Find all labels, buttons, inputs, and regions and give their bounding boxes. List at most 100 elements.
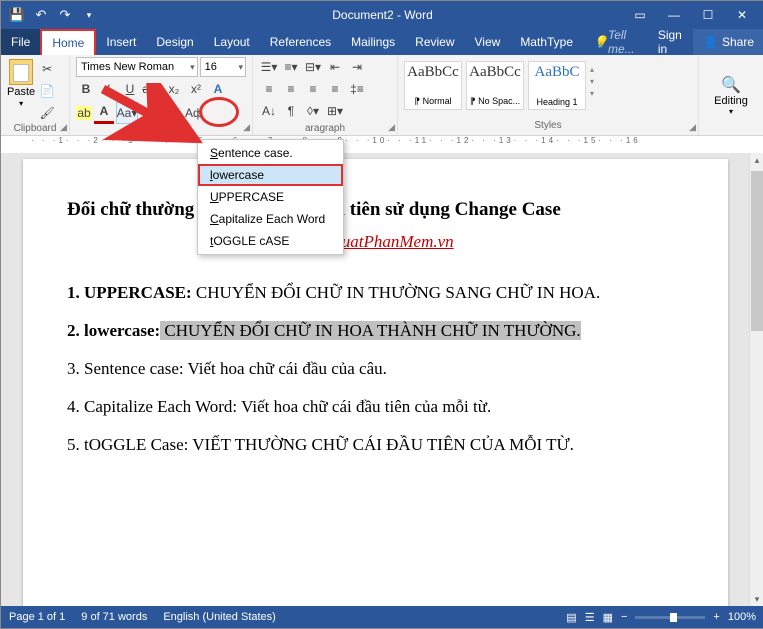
page[interactable]: Đổi chữ thường thành chữ cái đầu tiên sử… bbox=[23, 159, 728, 606]
view-read-icon[interactable]: ▤ bbox=[566, 611, 576, 624]
qat-more-icon[interactable]: ▾ bbox=[81, 7, 97, 23]
menu-uppercase[interactable]: UPPERCASE bbox=[198, 186, 343, 208]
tab-design[interactable]: Design bbox=[146, 29, 203, 55]
show-marks-button[interactable]: ¶ bbox=[281, 101, 301, 121]
style-normal[interactable]: AaBbCc⁋ Normal bbox=[404, 61, 462, 110]
tab-mathtype[interactable]: MathType bbox=[510, 29, 583, 55]
doc-link: ThuThuatPhanMem.vn bbox=[67, 230, 684, 254]
numbering-button[interactable]: ≡▾ bbox=[281, 57, 301, 77]
dialog-launcher-icon[interactable]: ◢ bbox=[388, 122, 395, 133]
line-spacing-button[interactable]: ‡≡ bbox=[347, 79, 367, 99]
tell-me[interactable]: 💡 Tell me... bbox=[583, 29, 650, 55]
tab-review[interactable]: Review bbox=[405, 29, 464, 55]
paste-button[interactable]: Paste ▾ bbox=[7, 59, 35, 123]
styles-more-button[interactable]: ▴▾▾ bbox=[590, 61, 594, 98]
doc-p3: 3. Sentence case: Viết hoa chữ cái đầu c… bbox=[67, 357, 684, 381]
scroll-up-icon[interactable]: ▴ bbox=[750, 153, 763, 167]
shrink-font-button[interactable]: A↓ bbox=[162, 103, 182, 123]
italic-button[interactable]: I bbox=[98, 79, 118, 99]
paste-icon bbox=[9, 59, 33, 85]
sign-in[interactable]: Sign in bbox=[650, 29, 693, 55]
bold-button[interactable]: B bbox=[76, 79, 96, 99]
view-print-icon[interactable]: ☰ bbox=[585, 611, 595, 624]
subscript-button[interactable]: x₂ bbox=[164, 79, 184, 99]
quick-access-toolbar: 💾 ↶ ↷ ▾ bbox=[1, 7, 97, 23]
sort-button[interactable]: A↓ bbox=[259, 101, 279, 121]
group-label: Font bbox=[76, 126, 246, 139]
superscript-button[interactable]: x² bbox=[186, 79, 206, 99]
status-bar: Page 1 of 1 9 of 71 words English (Unite… bbox=[1, 606, 763, 628]
strikethrough-button[interactable]: abc bbox=[142, 79, 162, 99]
view-web-icon[interactable]: ▦ bbox=[603, 611, 613, 624]
cut-icon[interactable]: ✂ bbox=[37, 59, 57, 79]
save-icon[interactable]: 💾 bbox=[9, 7, 25, 23]
style-no-spacing[interactable]: AaBbCc⁋ No Spac... bbox=[466, 61, 524, 110]
align-left-button[interactable]: ≡ bbox=[259, 79, 279, 99]
share-button[interactable]: 👤Share bbox=[693, 29, 763, 55]
status-lang[interactable]: English (United States) bbox=[163, 611, 276, 623]
tab-view[interactable]: View bbox=[465, 29, 511, 55]
font-name-combo[interactable]: Times New Roman bbox=[76, 57, 198, 77]
redo-icon[interactable]: ↷ bbox=[57, 7, 73, 23]
text-effects-button[interactable]: A bbox=[208, 79, 228, 99]
increase-indent-button[interactable]: ⇥ bbox=[347, 57, 367, 77]
tab-file[interactable]: File bbox=[1, 29, 40, 55]
zoom-out-icon[interactable]: − bbox=[621, 611, 627, 623]
underline-button[interactable]: U bbox=[120, 79, 140, 99]
scrollbar-thumb[interactable] bbox=[751, 171, 763, 331]
dialog-launcher-icon[interactable]: ◢ bbox=[243, 122, 250, 133]
highlight-button[interactable]: ab bbox=[76, 106, 92, 120]
dialog-launcher-icon[interactable]: ◢ bbox=[689, 122, 696, 133]
tab-mailings[interactable]: Mailings bbox=[341, 29, 405, 55]
tab-layout[interactable]: Layout bbox=[204, 29, 260, 55]
group-clipboard: Paste ▾ ✂ 📄 🖌 Clipboard ◢ bbox=[1, 55, 70, 135]
doc-p5: 5. tOGGLE Case: VIẾT THƯỜNG CHỮ CÁI ĐẦU … bbox=[67, 433, 684, 457]
ribbon: Paste ▾ ✂ 📄 🖌 Clipboard ◢ Times New Roma… bbox=[1, 55, 763, 136]
align-center-button[interactable]: ≡ bbox=[281, 79, 301, 99]
group-font: Times New Roman 16 B I U abc x₂ x² A ab … bbox=[70, 55, 253, 135]
clear-format-button[interactable]: Aф bbox=[184, 103, 204, 123]
doc-p1: 1. UPPERCASE: CHUYỂN ĐỔI CHỮ IN THƯỜNG S… bbox=[67, 281, 684, 305]
close-icon[interactable]: ✕ bbox=[728, 8, 756, 22]
grow-font-button[interactable]: A↑ bbox=[140, 103, 160, 123]
group-editing: 🔍 Editing ▾ bbox=[699, 55, 763, 135]
minimize-icon[interactable]: — bbox=[660, 8, 688, 22]
borders-button[interactable]: ⊞▾ bbox=[325, 101, 345, 121]
justify-button[interactable]: ≡ bbox=[325, 79, 345, 99]
title-bar: 💾 ↶ ↷ ▾ Document2 - Word ▭ — ☐ ✕ bbox=[1, 1, 763, 29]
zoom-slider[interactable] bbox=[635, 616, 705, 619]
menu-sentence-case[interactable]: Sentence case. bbox=[198, 142, 343, 164]
font-size-combo[interactable]: 16 bbox=[200, 57, 246, 77]
zoom-level[interactable]: 100% bbox=[728, 611, 756, 623]
group-label: Styles bbox=[404, 120, 692, 133]
zoom-in-icon[interactable]: + bbox=[713, 611, 719, 623]
ribbon-options-icon[interactable]: ▭ bbox=[626, 8, 654, 22]
status-page[interactable]: Page 1 of 1 bbox=[9, 611, 65, 623]
share-icon: 👤 bbox=[703, 35, 718, 49]
tab-insert[interactable]: Insert bbox=[96, 29, 146, 55]
style-heading1[interactable]: AaBbCHeading 1 bbox=[528, 61, 586, 110]
menu-lowercase[interactable]: lowercase bbox=[198, 164, 343, 186]
vertical-scrollbar[interactable]: ▴ ▾ bbox=[749, 153, 763, 606]
shading-button[interactable]: ◊▾ bbox=[303, 101, 323, 121]
align-right-button[interactable]: ≡ bbox=[303, 79, 323, 99]
copy-icon[interactable]: 📄 bbox=[37, 81, 57, 101]
change-case-button[interactable]: Aa▾ bbox=[116, 102, 138, 124]
multilevel-button[interactable]: ⊟▾ bbox=[303, 57, 323, 77]
bullets-button[interactable]: ☰▾ bbox=[259, 57, 279, 77]
scroll-down-icon[interactable]: ▾ bbox=[750, 592, 763, 606]
menu-toggle-case[interactable]: tOGGLE cASE bbox=[198, 230, 343, 252]
format-painter-icon[interactable]: 🖌 bbox=[37, 103, 57, 123]
tab-home[interactable]: Home bbox=[40, 29, 96, 55]
status-words[interactable]: 9 of 71 words bbox=[81, 611, 147, 623]
font-color-button[interactable]: A bbox=[94, 101, 114, 124]
editing-label[interactable]: Editing bbox=[714, 95, 748, 107]
tab-references[interactable]: References bbox=[260, 29, 341, 55]
menu-capitalize-each[interactable]: Capitalize Each Word bbox=[198, 208, 343, 230]
maximize-icon[interactable]: ☐ bbox=[694, 8, 722, 22]
decrease-indent-button[interactable]: ⇤ bbox=[325, 57, 345, 77]
find-icon[interactable]: 🔍 bbox=[721, 75, 741, 95]
dialog-launcher-icon[interactable]: ◢ bbox=[60, 122, 67, 133]
undo-icon[interactable]: ↶ bbox=[33, 7, 49, 23]
doc-p2: 2. lowercase: CHUYỂN ĐỔI CHỮ IN HOA THÀN… bbox=[67, 319, 684, 343]
